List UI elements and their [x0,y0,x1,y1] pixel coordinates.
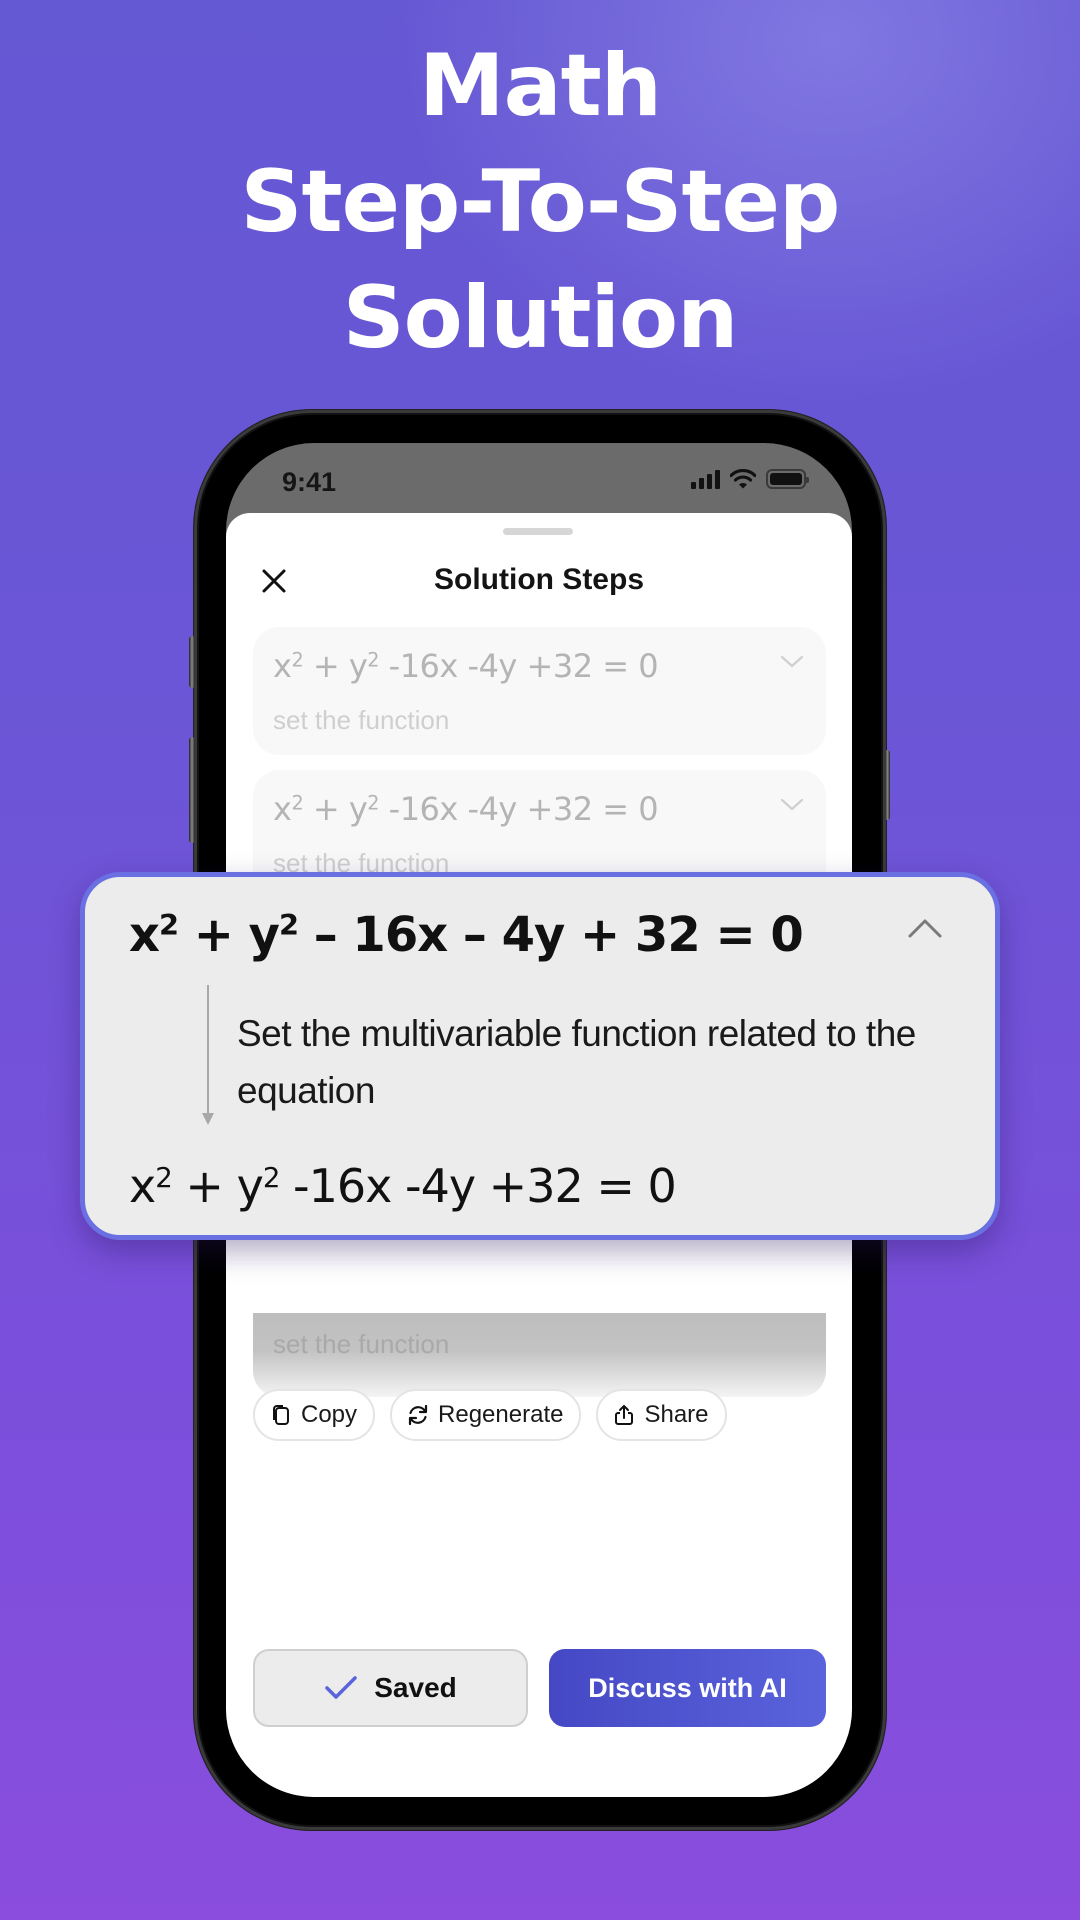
hero-title-line-3: Solution [342,268,739,368]
saved-label: Saved [374,1672,457,1703]
expanded-step-card[interactable]: x2 + y2 – 16x – 4y + 32 = 0 Set the mult… [80,872,1000,1240]
step-equation: x2 + y2 -16x -4y +32 = 0 [273,790,659,828]
step-description: set the function [273,1329,450,1359]
phone-silent-switch [189,636,195,688]
step-equation: x2 + y2 -16x -4y +32 = 0 [273,647,659,685]
copy-button[interactable]: Copy [253,1389,376,1441]
share-label: Share [644,1401,709,1428]
sheet-drag-handle[interactable] [503,528,573,535]
hero-title-line-1: Math [419,36,662,136]
status-bar: 9:41 [226,443,852,513]
expanded-step-description: Set the multivariable function related t… [237,1013,916,1111]
hero-title: Math Step-To-Step Solution [0,28,1080,376]
arrow-down-icon [202,1113,214,1125]
step-card[interactable]: x2 + y2 -16x -4y +32 = 0 set the functio… [253,627,826,755]
battery-icon [766,469,809,489]
expanded-step-result-equation: x2 + y2 -16x -4y +32 = 0 [129,1159,677,1213]
discuss-label: Discuss with AI [588,1672,787,1703]
saved-button[interactable]: Saved [253,1649,528,1727]
hero-title-line-2: Step-To-Step [240,152,841,252]
discuss-with-ai-button[interactable]: Discuss with AI [549,1649,826,1727]
cellular-signal-icon [691,469,720,489]
regenerate-label: Regenerate [438,1401,564,1428]
refresh-icon [408,1404,428,1426]
chevron-up-icon[interactable] [907,917,943,939]
wifi-icon [730,469,756,489]
step-description: set the function [273,705,450,735]
phone-power-button [885,750,890,820]
status-icons [691,469,809,489]
bottom-button-row: Saved Discuss with AI [253,1649,826,1727]
chevron-down-icon[interactable] [780,655,804,669]
copy-label: Copy [301,1401,358,1428]
step-connector-line [207,985,209,1115]
regenerate-button[interactable]: Regenerate [390,1389,582,1441]
step-card[interactable]: set the function [253,1313,826,1397]
action-row: Copy Regenerate Share [253,1389,727,1441]
share-button[interactable]: Share [596,1389,727,1441]
chevron-down-icon[interactable] [780,798,804,812]
copy-icon [273,1405,289,1425]
expanded-step-title-equation: x2 + y2 – 16x – 4y + 32 = 0 [129,907,804,963]
sheet-title: Solution Steps [434,563,644,596]
checkmark-icon [325,1676,357,1699]
status-time: 9:41 [282,467,337,497]
share-icon [615,1405,634,1425]
phone-volume-buttons [189,737,195,843]
